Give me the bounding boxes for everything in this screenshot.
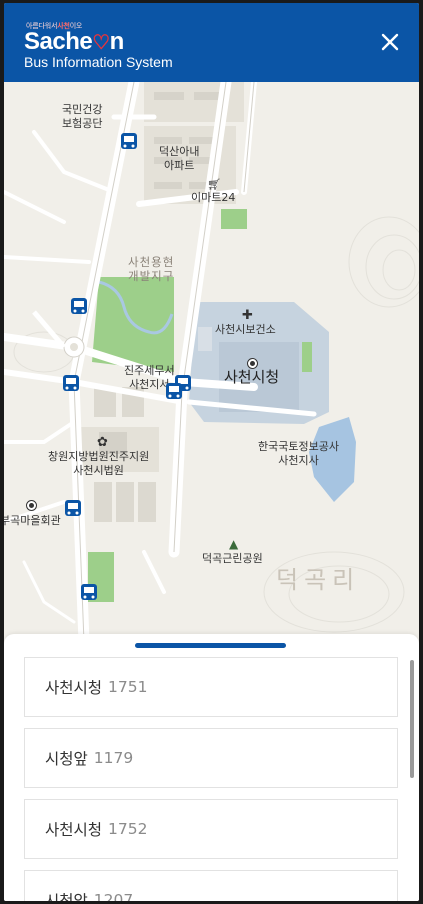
header-bar: 아름다워서사천이오 Sache♡n Bus Information System [4, 3, 419, 82]
list-item[interactable]: 시청앞 1207 [24, 870, 398, 901]
close-button[interactable] [375, 27, 405, 57]
app-subtitle: Bus Information System [24, 54, 173, 70]
app-frame: 아름다워서사천이오 Sache♡n Bus Information System [4, 3, 419, 901]
park-tree-icon: ▲ [229, 537, 239, 551]
stop-name: 시청앞 [45, 892, 88, 901]
bus-stop-icon [121, 133, 137, 149]
list-item[interactable]: 시청앞 1179 [24, 728, 398, 788]
label-apartment: 덕산아내 아파트 [159, 145, 200, 172]
bus-stop-marker[interactable] [165, 382, 183, 402]
bus-stop-icon [71, 298, 87, 314]
stop-name: 사천시청 [45, 679, 103, 697]
label-emart: 이마트24 [191, 191, 236, 204]
label-village-hall: 부곡마을회관 [4, 514, 61, 527]
bus-stop-icon [166, 383, 182, 399]
bus-stop-icon [65, 500, 81, 516]
bus-stop-icon [63, 375, 79, 391]
label-court: 창원지방법원진주지원 사천시법원 [48, 450, 150, 477]
list-item[interactable]: 사천시청 1752 [24, 799, 398, 859]
label-health-center: 사천시보건소 [215, 323, 276, 336]
court-emblem-icon: ✿ [97, 435, 108, 450]
stop-number: 1179 [93, 749, 134, 767]
label-park: 덕곡근린공원 [202, 552, 263, 565]
bus-stop-list-panel: 사천시청 1751 시청앞 1179 사천시청 1752 시청앞 1207 [4, 634, 419, 901]
close-icon [381, 33, 399, 51]
bus-stop-marker[interactable] [62, 374, 80, 394]
hospital-cross-icon: ✚ [242, 308, 253, 323]
stop-name: 사천시청 [45, 821, 103, 839]
bus-stop-icon [81, 584, 97, 600]
label-district: 사천용현 개발지구 [128, 255, 175, 283]
heart-icon: ♡ [92, 32, 110, 54]
stop-number: 1752 [108, 820, 148, 838]
bus-stop-marker[interactable] [64, 499, 82, 519]
stop-number: 1751 [108, 678, 148, 696]
stop-name: 시청앞 [45, 750, 88, 768]
list-scrollbar[interactable] [410, 660, 414, 778]
bus-stop-marker[interactable] [120, 132, 138, 152]
map-view[interactable]: 국민건강 보험공단 덕산아내 아파트 🛒︎ 이마트24 사천용현 개발지구 ✚ … [4, 82, 419, 642]
panel-drag-handle[interactable] [135, 643, 286, 648]
bus-stop-marker[interactable] [80, 583, 98, 603]
label-nhis: 국민건강 보험공단 [62, 103, 103, 130]
label-area: 덕곡리 [276, 566, 361, 594]
stop-number: 1207 [93, 891, 134, 901]
bus-stop-marker[interactable] [70, 297, 88, 317]
sacheon-logo: Sache♡n [24, 28, 124, 55]
list-item[interactable]: 사천시청 1751 [24, 657, 398, 717]
cart-icon: 🛒︎ [207, 178, 221, 191]
label-city-hall: 사천시청 [224, 368, 280, 386]
poi-dot-icon [26, 500, 37, 511]
label-lx: 한국국토정보공사 사천지사 [258, 440, 339, 467]
